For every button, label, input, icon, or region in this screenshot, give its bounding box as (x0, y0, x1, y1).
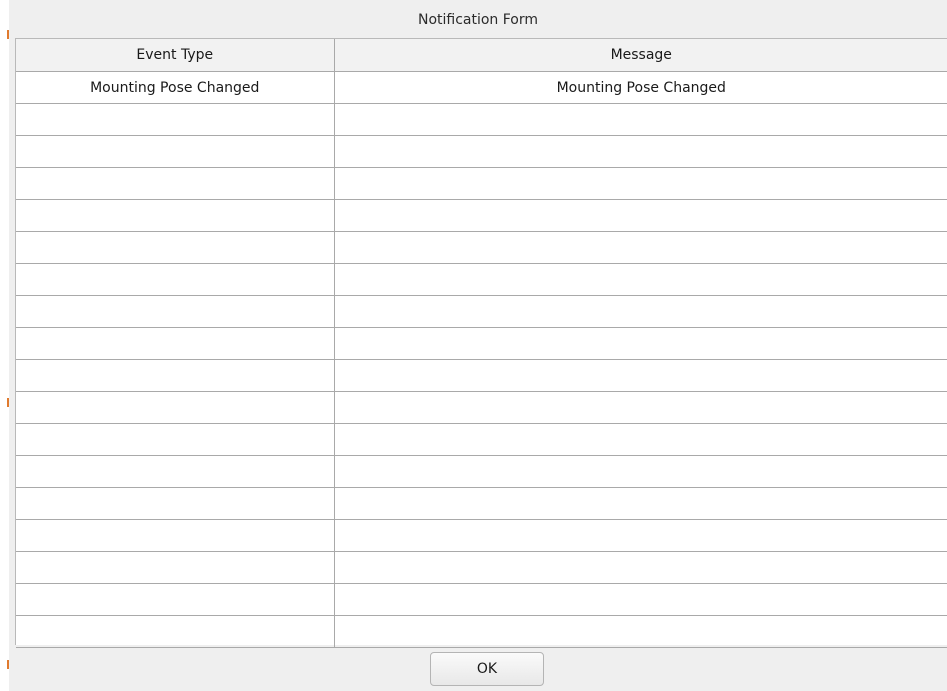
cell-event-type[interactable] (16, 487, 335, 520)
cell-event-type[interactable] (16, 167, 335, 200)
table-row[interactable]: Mounting Pose Changed Mounting Pose Chang… (16, 71, 947, 104)
notification-form-dialog: Notification Form Event Type Message Mou… (9, 0, 947, 691)
cell-message[interactable]: Mounting Pose Changed (334, 71, 947, 104)
cell-message[interactable] (334, 167, 947, 200)
cell-event-type[interactable] (16, 327, 335, 360)
column-header-event-type[interactable]: Event Type (16, 39, 335, 72)
cell-message[interactable] (334, 199, 947, 232)
cell-event-type[interactable] (16, 615, 335, 648)
cell-event-type[interactable] (16, 199, 335, 232)
cell-message[interactable] (334, 583, 947, 616)
cell-message[interactable] (334, 551, 947, 584)
table-row[interactable] (16, 103, 947, 136)
cell-message[interactable] (334, 327, 947, 360)
table-row[interactable] (16, 391, 947, 424)
table-header-row: Event Type Message (16, 39, 947, 72)
table-row[interactable] (16, 167, 947, 200)
dialog-footer: OK (9, 645, 947, 691)
cell-message[interactable] (334, 295, 947, 328)
cell-event-type[interactable]: Mounting Pose Changed (16, 71, 335, 104)
ok-button[interactable]: OK (430, 652, 544, 686)
table-row[interactable] (16, 615, 947, 648)
table-row[interactable] (16, 359, 947, 392)
cell-event-type[interactable] (16, 423, 335, 456)
cell-message[interactable] (334, 455, 947, 488)
cell-event-type[interactable] (16, 455, 335, 488)
cell-event-type[interactable] (16, 359, 335, 392)
table-row[interactable] (16, 263, 947, 296)
cell-message[interactable] (334, 359, 947, 392)
table-row[interactable] (16, 295, 947, 328)
cell-message[interactable] (334, 423, 947, 456)
table-row[interactable] (16, 135, 947, 168)
table-row[interactable] (16, 519, 947, 552)
background-window-edge (0, 0, 9, 691)
table-row[interactable] (16, 455, 947, 488)
cell-event-type[interactable] (16, 231, 335, 264)
column-header-message[interactable]: Message (334, 39, 947, 72)
cell-message[interactable] (334, 487, 947, 520)
cell-event-type[interactable] (16, 583, 335, 616)
cell-event-type[interactable] (16, 295, 335, 328)
cell-message[interactable] (334, 135, 947, 168)
cell-event-type[interactable] (16, 551, 335, 584)
table-row[interactable] (16, 327, 947, 360)
cell-message[interactable] (334, 103, 947, 136)
notification-grid: Event Type Message Mounting Pose Changed… (16, 39, 947, 648)
cell-event-type[interactable] (16, 103, 335, 136)
cell-message[interactable] (334, 263, 947, 296)
cell-event-type[interactable] (16, 519, 335, 552)
cell-event-type[interactable] (16, 391, 335, 424)
table-row[interactable] (16, 423, 947, 456)
table-row[interactable] (16, 199, 947, 232)
cell-message[interactable] (334, 391, 947, 424)
cell-message[interactable] (334, 231, 947, 264)
notification-table[interactable]: Event Type Message Mounting Pose Changed… (15, 38, 947, 648)
table-row[interactable] (16, 583, 947, 616)
table-row[interactable] (16, 551, 947, 584)
cell-event-type[interactable] (16, 263, 335, 296)
dialog-title: Notification Form (417, 12, 539, 28)
cell-event-type[interactable] (16, 135, 335, 168)
table-row[interactable] (16, 487, 947, 520)
cell-message[interactable] (334, 519, 947, 552)
cell-message[interactable] (334, 615, 947, 648)
table-row[interactable] (16, 231, 947, 264)
